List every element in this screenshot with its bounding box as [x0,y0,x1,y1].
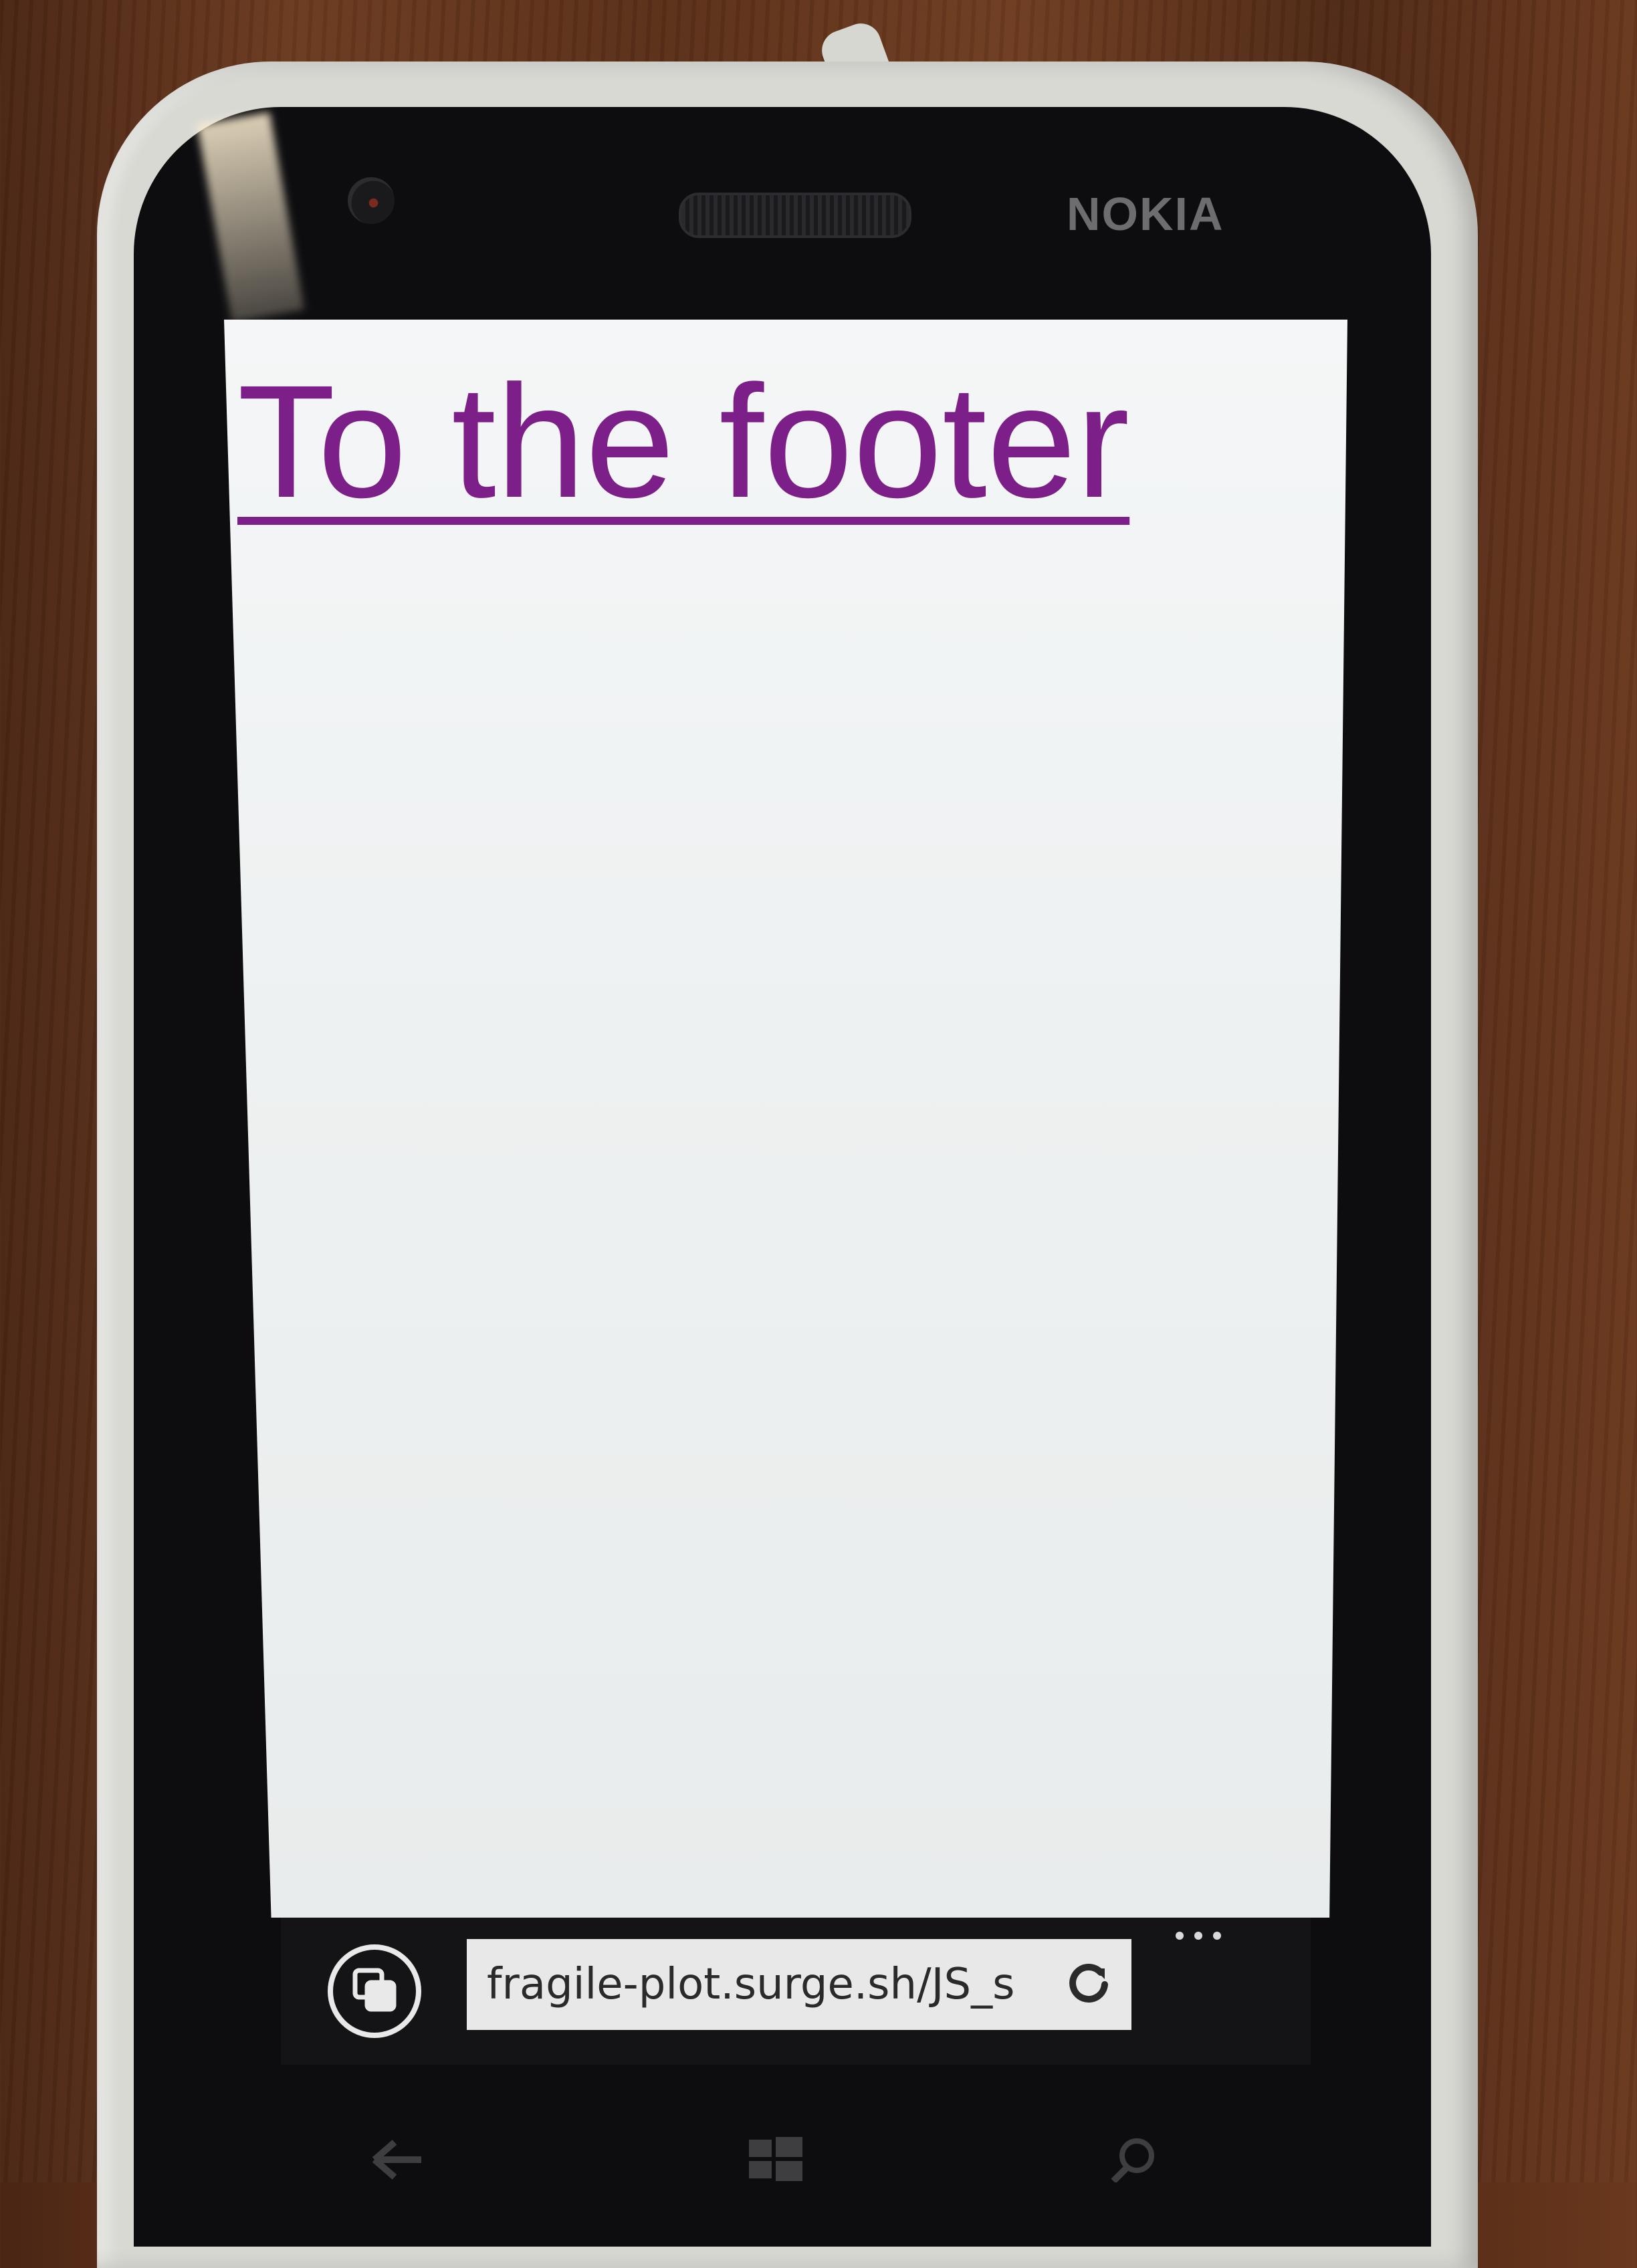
more-dot [1213,1932,1221,1940]
to-footer-link[interactable]: To the footer [237,361,1129,522]
browser-viewport [224,320,1347,1918]
earpiece-speaker [679,193,911,238]
tabs-button[interactable] [328,1944,421,2038]
more-button[interactable] [1176,1926,1236,1946]
hardware-nav-keys [348,2133,1217,2184]
search-icon[interactable] [1111,2138,1154,2184]
more-dot [1176,1932,1184,1940]
front-camera [348,177,395,224]
address-text: fragile-plot.surge.sh/JS_s [487,1960,1015,2009]
refresh-button[interactable] [1057,1952,1121,2017]
address-bar[interactable]: fragile-plot.surge.sh/JS_s [467,1939,1131,2030]
more-dot [1194,1932,1202,1940]
refresh-icon [1065,1959,1113,2010]
tabs-icon [350,1965,399,2017]
brand-logo: NOKIA [1067,188,1224,240]
windows-icon[interactable] [749,2137,802,2181]
back-icon[interactable] [372,2140,421,2180]
